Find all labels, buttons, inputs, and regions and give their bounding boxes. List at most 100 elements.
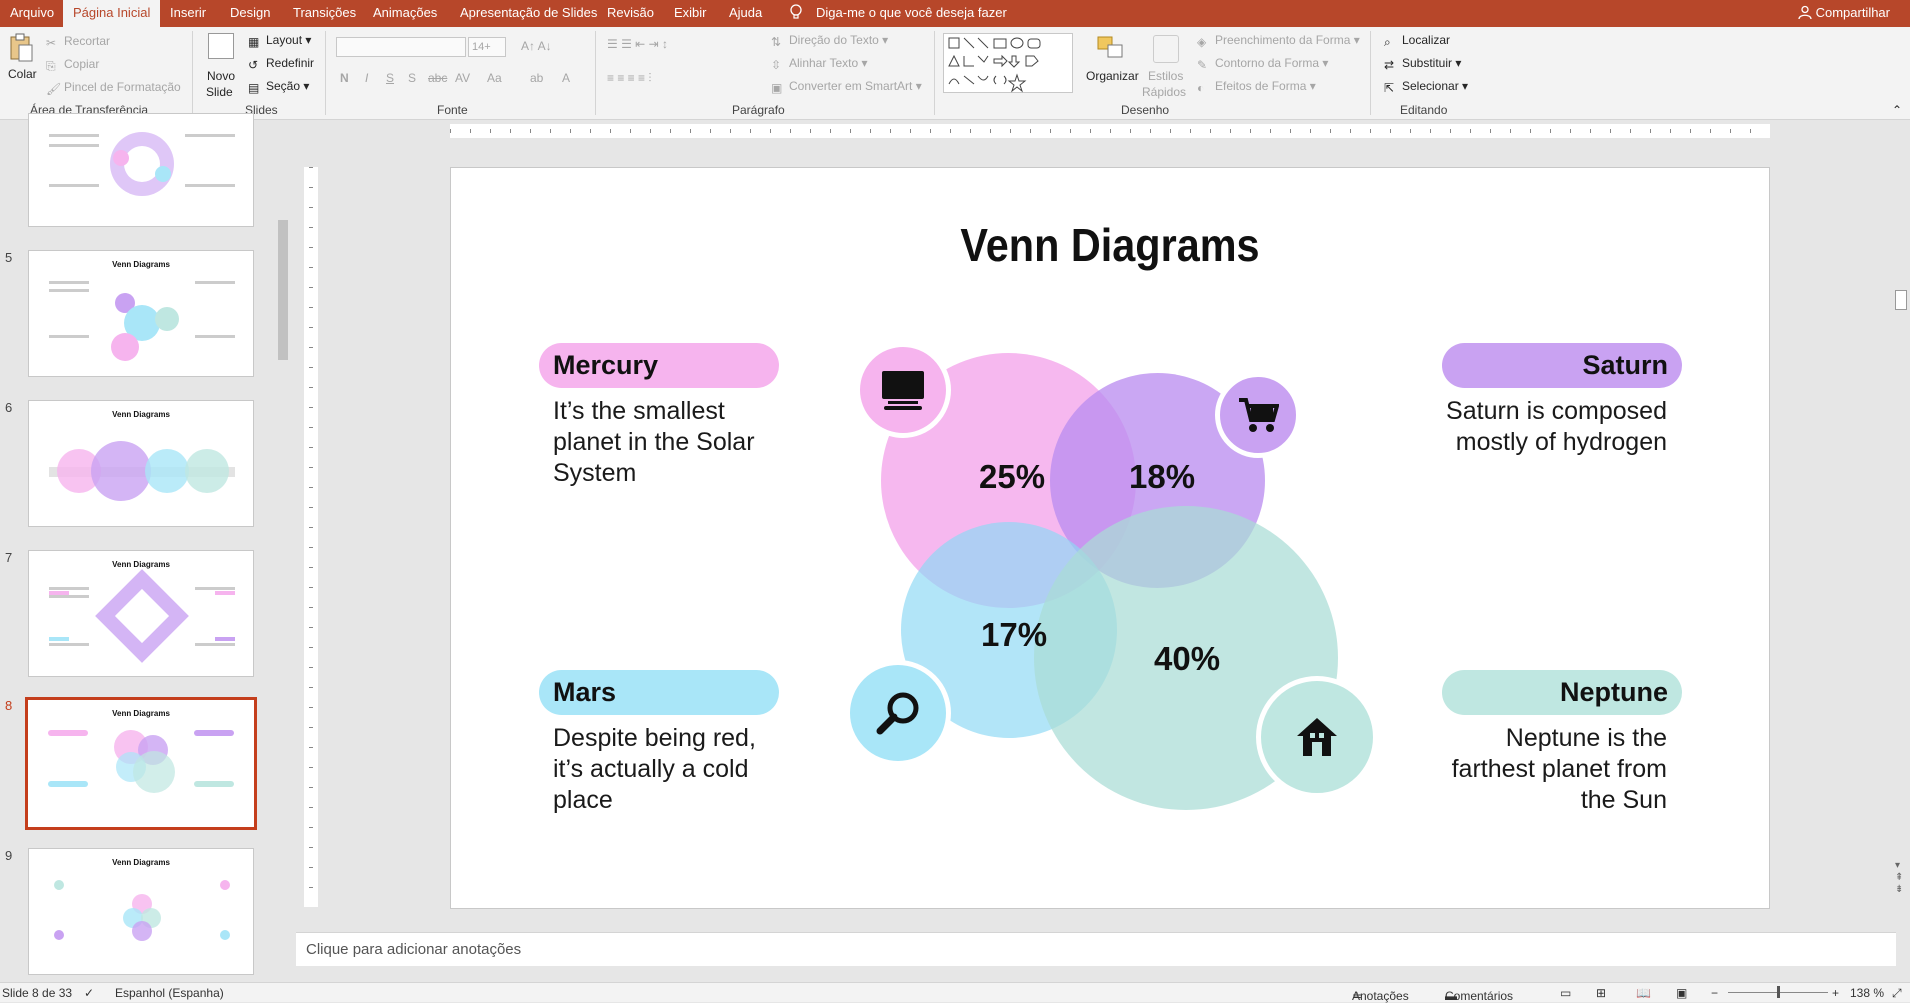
slide-thumbnail[interactable]: Venn Diagrams — [28, 400, 254, 527]
layout-button[interactable]: ▦ Layout ▾ — [248, 33, 311, 49]
font-size-combo[interactable]: 14+ — [468, 37, 506, 57]
bullets-icon[interactable]: ☰ ☰ ⇤ ⇥ ↕ — [607, 37, 668, 51]
saturn-description[interactable]: Saturn is composed mostly of hydrogen — [1437, 396, 1667, 458]
text-direction-button[interactable]: ⇅ Direção do Texto ▾ — [771, 33, 888, 49]
saturn-label[interactable]: Saturn — [1442, 343, 1682, 388]
tab-design[interactable]: Design — [220, 0, 280, 27]
arrange-button[interactable]: Organizar — [1086, 69, 1139, 83]
ruler-tick — [309, 787, 313, 788]
notes-placeholder[interactable]: Clique para adicionar anotações — [306, 941, 521, 958]
slide-thumbnail-selected[interactable]: Venn Diagrams — [25, 697, 257, 830]
bold-icon[interactable]: N — [340, 71, 349, 85]
normal-view-icon[interactable]: ▭ — [1560, 986, 1571, 1000]
spacing-icon[interactable]: AV — [455, 71, 470, 85]
tab-transicoes[interactable]: Transições — [283, 0, 366, 27]
slide-title[interactable]: Venn Diagrams — [517, 218, 1703, 272]
shapes-gallery[interactable] — [943, 33, 1073, 93]
select-button[interactable]: ⇱ Selecionar ▾ — [1384, 79, 1468, 95]
new-slide-icon[interactable] — [208, 33, 234, 59]
format-painter-button[interactable]: 🖌 Pincel de Formatação — [46, 80, 181, 96]
tab-apresentacao[interactable]: Apresentação de Slides — [450, 0, 607, 27]
font-name-combo[interactable] — [336, 37, 466, 57]
slide-canvas[interactable]: Venn Diagrams 25% 18% 17% 40% Mercury It… — [450, 167, 1770, 909]
slide-thumbnail[interactable]: Venn Diagrams — [28, 250, 254, 377]
shape-effects-button[interactable]: ◐ Efeitos de Forma ▾ — [1197, 79, 1316, 95]
mars-description[interactable]: Despite being red, it’s actually a cold … — [553, 723, 783, 816]
reading-view-icon[interactable]: 📖 — [1636, 986, 1651, 1000]
scrollbar-thumb[interactable] — [278, 220, 288, 360]
tab-pagina-inicial[interactable]: Página Inicial — [63, 0, 161, 27]
thumbnail-scrollbar[interactable] — [276, 120, 290, 982]
align-icons[interactable]: ≡ ≡ ≡ ≡ ⫶ — [607, 71, 651, 86]
quick-styles-label-2[interactable]: Rápidos — [1142, 85, 1186, 99]
notes-pane[interactable]: Clique para adicionar anotações — [296, 932, 1896, 966]
cut-button[interactable]: ✂ Recortar — [46, 34, 110, 50]
tab-inserir[interactable]: Inserir — [160, 0, 216, 27]
copy-button[interactable]: ⎘ Copiar — [46, 57, 99, 73]
highlight-icon[interactable]: ab — [530, 71, 543, 85]
share-button[interactable]: Compartilhar — [1816, 0, 1890, 25]
neptune-description[interactable]: Neptune is the farthest planet from the … — [1437, 723, 1667, 816]
zoom-level[interactable]: 138 % — [1850, 986, 1884, 1000]
reset-button[interactable]: ↺ Redefinir — [248, 56, 314, 72]
convert-smartart-button[interactable]: ▣ Converter em SmartArt ▾ — [771, 79, 922, 95]
find-button[interactable]: ⌕ Localizar — [1384, 33, 1450, 49]
mercury-description[interactable]: It’s the smallest planet in the Solar Sy… — [553, 396, 783, 489]
ruler-tick — [309, 167, 313, 168]
tell-me-search[interactable]: Diga-me o que você deseja fazer — [816, 0, 1007, 25]
italic-icon[interactable]: I — [365, 71, 368, 85]
shadow-icon[interactable]: S — [408, 71, 416, 85]
page-nav-arrows[interactable]: ▾ ⇞ ⇟ — [1895, 860, 1903, 896]
section-button[interactable]: ▤ Seção ▾ — [248, 79, 309, 95]
align-text-button[interactable]: ⇳ Alinhar Texto ▾ — [771, 56, 868, 72]
layout-icon: ▦ — [248, 35, 260, 49]
ruler-tick — [1550, 129, 1551, 133]
tab-revisao[interactable]: Revisão — [597, 0, 664, 27]
tab-arquivo[interactable]: Arquivo — [0, 0, 64, 27]
shopping-cart-icon[interactable] — [1215, 372, 1301, 458]
change-case-icon[interactable]: Aa — [487, 71, 502, 85]
underline-icon[interactable]: S — [386, 71, 394, 85]
ruler-tick — [309, 307, 313, 308]
paste-icon[interactable] — [8, 33, 34, 63]
monitor-icon[interactable] — [855, 342, 951, 438]
shape-outline-button[interactable]: ✎ Contorno da Forma ▾ — [1197, 56, 1328, 72]
zoom-out-button[interactable]: − — [1711, 986, 1718, 1000]
new-slide-label-2[interactable]: Slide — [206, 85, 233, 99]
strikethrough-icon[interactable]: abc — [428, 71, 447, 85]
spellcheck-icon[interactable]: ✓ — [84, 986, 94, 1000]
grow-font-icon[interactable]: A↑ A↓ — [521, 39, 552, 53]
font-color-icon[interactable]: A — [562, 71, 570, 85]
arrange-icon[interactable] — [1096, 35, 1126, 63]
new-slide-label-1[interactable]: Novo — [207, 69, 235, 83]
quick-styles-icon[interactable] — [1153, 35, 1179, 63]
mars-percentage: 17% — [981, 616, 1048, 653]
replace-button[interactable]: ⇄ Substituir ▾ — [1384, 56, 1461, 72]
slide-thumbnail[interactable]: Venn Diagrams — [28, 550, 254, 677]
shape-fill-button[interactable]: ◈ Preenchimento da Forma ▾ — [1197, 33, 1360, 49]
paste-button[interactable]: Colar — [8, 67, 37, 81]
mars-label[interactable]: Mars — [539, 670, 779, 715]
ruler-tick — [770, 129, 771, 133]
collapse-ribbon-icon[interactable]: ⌃ — [1892, 103, 1902, 117]
ruler-tick — [610, 129, 611, 133]
convert-smartart-label: Converter em SmartArt — [789, 79, 913, 93]
zoom-slider-thumb[interactable] — [1777, 986, 1780, 998]
tab-exibir[interactable]: Exibir — [664, 0, 717, 27]
zoom-in-button[interactable]: + — [1832, 986, 1839, 1000]
editor-scrollbar-thumb[interactable] — [1895, 290, 1907, 310]
tab-ajuda[interactable]: Ajuda — [719, 0, 772, 27]
neptune-label[interactable]: Neptune — [1442, 670, 1682, 715]
slide-thumbnail[interactable]: Venn Diagrams — [28, 848, 254, 975]
house-icon[interactable] — [1256, 676, 1378, 798]
smartart-icon: ▣ — [771, 81, 783, 95]
tab-animacoes[interactable]: Animações — [363, 0, 447, 27]
slide-sorter-icon[interactable]: ⊞ — [1596, 986, 1606, 1000]
slide-thumbnail[interactable] — [28, 113, 254, 227]
quick-styles-label-1[interactable]: Estilos — [1148, 69, 1183, 83]
slideshow-icon[interactable]: ▣ — [1676, 986, 1687, 1000]
language-indicator[interactable]: Espanhol (Espanha) — [115, 986, 224, 1000]
magnifier-icon[interactable] — [845, 660, 951, 766]
mercury-label[interactable]: Mercury — [539, 343, 779, 388]
fit-slide-icon[interactable]: ⤢ — [1892, 986, 1902, 1001]
